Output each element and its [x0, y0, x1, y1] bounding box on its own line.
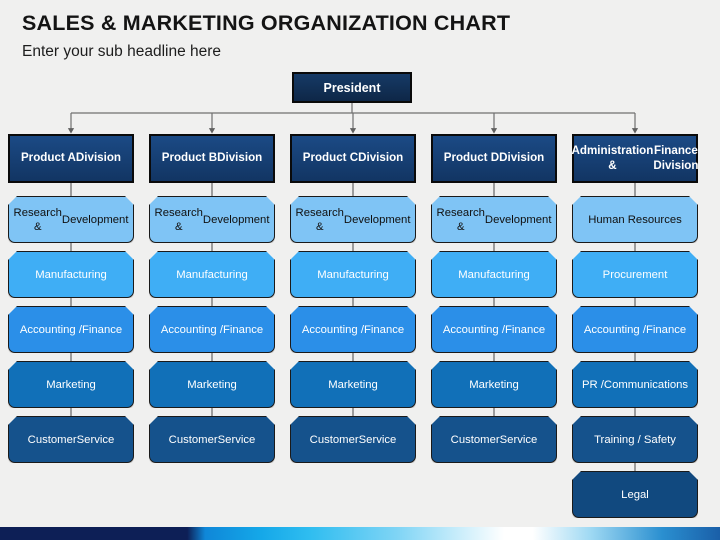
org-unit-box[interactable]: Manufacturing [431, 251, 557, 298]
org-unit-box[interactable]: Marketing [149, 361, 275, 408]
node-label-line: Marketing [187, 378, 237, 391]
org-unit-box[interactable]: Legal [572, 471, 698, 518]
node-label-line: Research & [13, 206, 62, 233]
org-unit-box[interactable]: Human Resources [572, 196, 698, 243]
division-header[interactable]: Administration & Finance Division [572, 134, 698, 183]
node-president[interactable]: President [292, 72, 412, 103]
node-label-line: Accounting / [583, 323, 646, 336]
org-unit-box[interactable]: Manufacturing [8, 251, 134, 298]
node-label-line: Division [358, 151, 404, 165]
org-unit-box[interactable]: Research & Development [8, 196, 134, 243]
node-label-line: Marketing [469, 378, 519, 391]
node-label-line: Product B [161, 151, 218, 165]
node-label-line: Training / Safety [594, 433, 676, 446]
org-unit-box[interactable]: Marketing [290, 361, 416, 408]
org-unit-box[interactable]: Accounting / Finance [149, 306, 275, 353]
node-label-line: Finance Division [653, 144, 699, 172]
node-label-line: Product D [443, 151, 500, 165]
org-unit-box[interactable]: Training / Safety [572, 416, 698, 463]
node-label-line: Accounting / [442, 323, 505, 336]
org-unit-box[interactable]: Manufacturing [149, 251, 275, 298]
org-unit-box[interactable]: Procurement [572, 251, 698, 298]
node-label-line: Procurement [602, 268, 668, 281]
org-unit-box[interactable]: Marketing [8, 361, 134, 408]
org-unit-box[interactable]: Customer Service [149, 416, 275, 463]
org-unit-box[interactable]: Accounting / Finance [8, 306, 134, 353]
division-header[interactable]: Product D Division [431, 134, 557, 183]
node-label-line: Marketing [328, 378, 378, 391]
node-label-line: Marketing [46, 378, 96, 391]
node-label-line: Communications [603, 378, 689, 391]
org-unit-box[interactable]: Manufacturing [290, 251, 416, 298]
node-label-line: Finance [645, 323, 687, 336]
node-label-line: Research & [154, 206, 203, 233]
node-label-line: Division [217, 151, 263, 165]
footer-accent-bar [0, 527, 720, 540]
node-label-line: Finance [363, 323, 405, 336]
node-label-line: Research & [295, 206, 344, 233]
node-label-line: Customer [309, 433, 359, 446]
node-label-line: Development [484, 213, 552, 226]
node-label-line: Manufacturing [176, 268, 248, 281]
node-label-line: Service [358, 433, 397, 446]
org-unit-box[interactable]: Research & Development [149, 196, 275, 243]
node-label-line: Finance [81, 323, 123, 336]
node-label-line: Service [76, 433, 115, 446]
node-label-line: Finance [222, 323, 264, 336]
node-label-line: Development [343, 213, 411, 226]
node-label-line: Manufacturing [458, 268, 530, 281]
node-label-line: PR / [581, 378, 604, 391]
node-label-line: Manufacturing [35, 268, 107, 281]
node-label-line: Division [499, 151, 545, 165]
node-label-line: Development [202, 213, 270, 226]
node-label-line: Finance [504, 323, 546, 336]
org-unit-box[interactable]: PR / Communications [572, 361, 698, 408]
org-unit-box[interactable]: Marketing [431, 361, 557, 408]
org-unit-box[interactable]: Customer Service [290, 416, 416, 463]
node-label-line: Manufacturing [317, 268, 389, 281]
division-header[interactable]: Product B Division [149, 134, 275, 183]
org-unit-box[interactable]: Research & Development [290, 196, 416, 243]
org-unit-box[interactable]: Customer Service [8, 416, 134, 463]
node-label-line: Human Resources [588, 213, 682, 226]
org-unit-box[interactable]: Research & Development [431, 196, 557, 243]
node-label-line: Customer [450, 433, 500, 446]
node-label-line: Service [499, 433, 538, 446]
org-unit-box[interactable]: Customer Service [431, 416, 557, 463]
node-label-line: Accounting / [19, 323, 82, 336]
division-header[interactable]: Product A Division [8, 134, 134, 183]
node-label-line: Accounting / [301, 323, 364, 336]
node-label-line: Customer [168, 433, 218, 446]
node-label-line: Research & [436, 206, 485, 233]
org-unit-box[interactable]: Accounting / Finance [431, 306, 557, 353]
node-label-line: Division [75, 151, 122, 165]
division-header[interactable]: Product C Division [290, 134, 416, 183]
node-label-line: Product C [302, 151, 359, 165]
node-label-line: Administration & [571, 144, 654, 172]
node-label-line: Legal [621, 488, 649, 501]
node-label-line: Development [61, 213, 129, 226]
node-label-line: Accounting / [160, 323, 223, 336]
node-label-line: Customer [27, 433, 77, 446]
node-label-line: Service [217, 433, 256, 446]
org-chart: President Product A Division Research & Dev… [0, 0, 720, 540]
node-label-line: Product A [20, 151, 76, 165]
org-unit-box[interactable]: Accounting / Finance [290, 306, 416, 353]
org-unit-box[interactable]: Accounting / Finance [572, 306, 698, 353]
